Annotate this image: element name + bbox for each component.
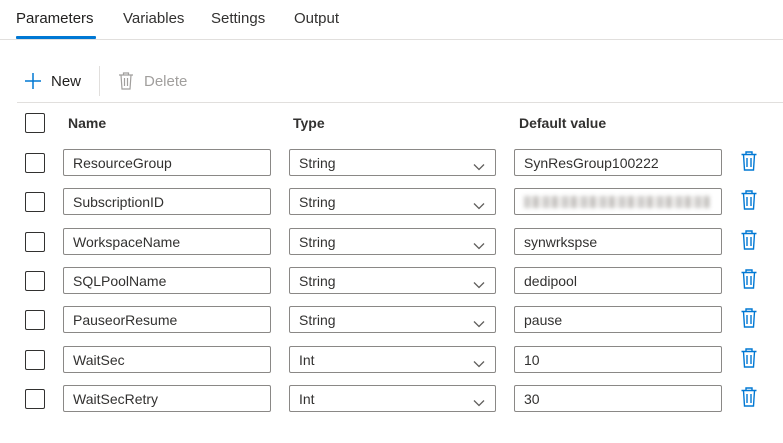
parameter-name-value: SubscriptionID [73, 193, 165, 210]
parameter-type-select[interactable]: String [289, 149, 496, 176]
chevron-down-icon [473, 197, 485, 213]
parameter-type-select[interactable]: Int [289, 346, 496, 373]
plus-icon [24, 72, 42, 90]
parameter-default-value: dedipool [524, 272, 577, 289]
row-checkbox[interactable] [25, 310, 45, 330]
select-all-checkbox[interactable] [25, 113, 45, 133]
chevron-down-icon [473, 237, 485, 253]
chevron-down-icon [473, 394, 485, 410]
parameter-type-value: String [299, 193, 336, 210]
parameter-name-input[interactable]: WorkspaceName [63, 228, 271, 255]
table-row: WaitSecRetry Int 30 [0, 382, 783, 421]
row-checkbox[interactable] [25, 153, 45, 173]
new-button[interactable]: New [24, 66, 81, 96]
delete-row-icon[interactable] [740, 347, 758, 369]
parameter-name-input[interactable]: WaitSec [63, 346, 271, 373]
parameter-default-value-input[interactable]: SynResGroup100222 [514, 149, 722, 176]
parameter-name-input[interactable]: SQLPoolName [63, 267, 271, 294]
column-header-type: Type [293, 115, 325, 131]
parameter-name-input[interactable]: PauseorResume [63, 306, 271, 333]
delete-button[interactable]: Delete [118, 66, 187, 96]
parameter-type-select[interactable]: Int [289, 385, 496, 412]
delete-row-icon[interactable] [740, 268, 758, 290]
delete-row-icon[interactable] [740, 150, 758, 172]
delete-row-icon[interactable] [740, 386, 758, 408]
parameter-type-select[interactable]: String [289, 188, 496, 215]
row-checkbox[interactable] [25, 350, 45, 370]
chevron-down-icon [473, 158, 485, 174]
table-row: PauseorResume String pause [0, 303, 783, 342]
parameter-default-value: SynResGroup100222 [524, 154, 659, 171]
delete-row-icon[interactable] [740, 229, 758, 251]
table-row: WorkspaceName String synwrkspse [0, 225, 783, 264]
parameter-default-value-input[interactable]: dedipool [514, 267, 722, 294]
table-row: WaitSec Int 10 [0, 343, 783, 382]
row-checkbox[interactable] [25, 389, 45, 409]
table-row: SubscriptionID String [0, 185, 783, 224]
row-checkbox[interactable] [25, 192, 45, 212]
parameter-type-value: String [299, 154, 336, 171]
parameter-default-value: 10 [524, 351, 540, 368]
parameter-name-value: WaitSec [73, 351, 125, 368]
parameter-type-value: Int [299, 351, 315, 368]
chevron-down-icon [473, 355, 485, 371]
parameter-default-value-input[interactable] [514, 188, 722, 215]
parameter-name-value: ResourceGroup [73, 154, 172, 171]
toolbar-divider-line [17, 102, 783, 103]
redacted-value [524, 195, 710, 208]
parameter-type-value: String [299, 272, 336, 289]
toolbar-divider [99, 66, 100, 96]
delete-row-icon[interactable] [740, 307, 758, 329]
parameter-name-value: WorkspaceName [73, 233, 181, 250]
parameter-type-value: String [299, 233, 336, 250]
tab-bar: Parameters Variables Settings Output [0, 0, 783, 40]
column-header-name: Name [68, 115, 107, 131]
row-checkbox[interactable] [25, 271, 45, 291]
chevron-down-icon [473, 276, 485, 292]
delete-button-label: Delete [144, 72, 188, 90]
chevron-down-icon [473, 315, 485, 331]
tab-variables[interactable]: Variables [123, 10, 184, 27]
parameter-type-select[interactable]: String [289, 228, 496, 255]
active-tab-indicator [16, 36, 96, 39]
parameter-type-select[interactable]: String [289, 306, 496, 333]
parameter-name-input[interactable]: ResourceGroup [63, 149, 271, 176]
delete-row-icon[interactable] [740, 189, 758, 211]
parameter-type-select[interactable]: String [289, 267, 496, 294]
tab-output[interactable]: Output [294, 10, 339, 27]
parameter-default-value: 30 [524, 390, 540, 407]
table-row: SQLPoolName String dedipool [0, 264, 783, 303]
trash-icon [118, 71, 134, 91]
table-row: ResourceGroup String SynResGroup100222 [0, 146, 783, 185]
parameter-type-value: Int [299, 390, 315, 407]
parameter-name-value: PauseorResume [73, 311, 178, 328]
parameter-default-value: pause [524, 311, 563, 328]
parameter-name-value: SQLPoolName [73, 272, 167, 289]
column-header-default-value: Default value [519, 115, 607, 131]
tab-parameters[interactable]: Parameters [16, 10, 94, 27]
parameter-name-value: WaitSecRetry [73, 390, 159, 407]
row-checkbox[interactable] [25, 232, 45, 252]
parameter-type-value: String [299, 311, 336, 328]
parameter-default-value-input[interactable]: synwrkspse [514, 228, 722, 255]
new-button-label: New [51, 72, 82, 90]
parameter-name-input[interactable]: SubscriptionID [63, 188, 271, 215]
parameter-default-value-input[interactable]: pause [514, 306, 722, 333]
parameter-default-value: synwrkspse [524, 233, 598, 250]
parameter-default-value-input[interactable]: 10 [514, 346, 722, 373]
parameter-name-input[interactable]: WaitSecRetry [63, 385, 271, 412]
tab-settings[interactable]: Settings [211, 10, 265, 27]
parameter-default-value-input[interactable]: 30 [514, 385, 722, 412]
